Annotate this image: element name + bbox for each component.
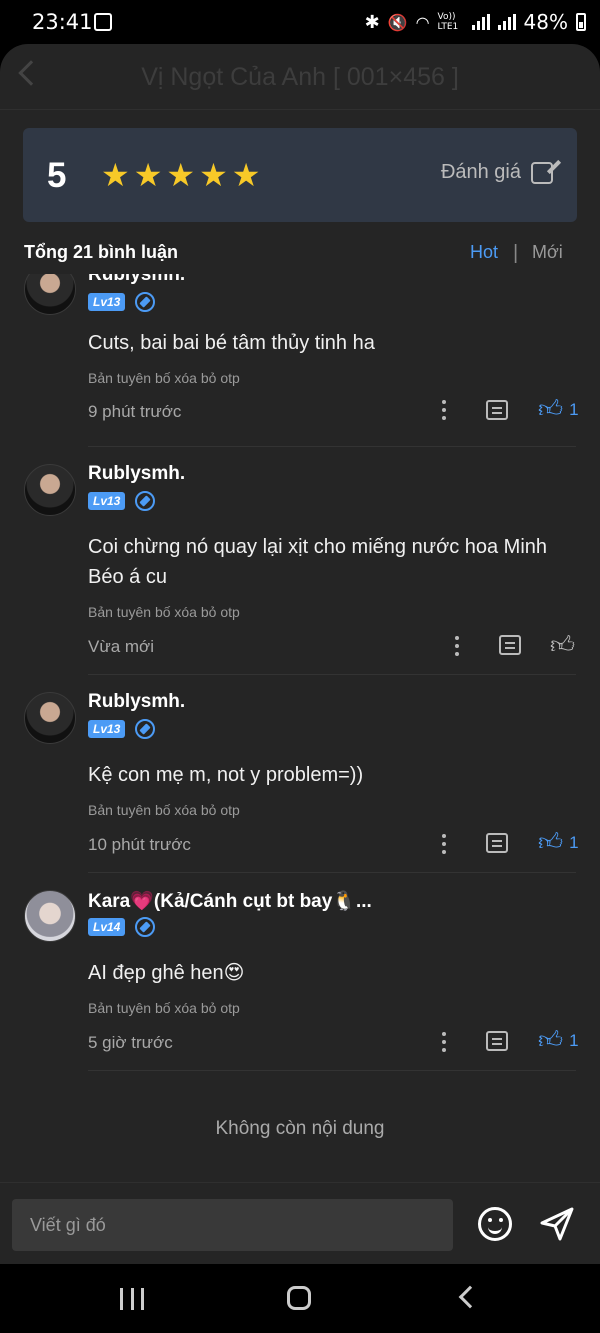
sort-hot-tab[interactable]: Hot (470, 242, 498, 263)
status-icons: ✱ 🔇 ◠ Vo)) LTE1 48% (365, 10, 586, 34)
rate-label: Đánh giá (440, 161, 521, 183)
comment-time: 9 phút trước (88, 402, 182, 421)
star-icon: ★ (166, 157, 196, 193)
signal-icon-2 (497, 14, 516, 30)
page-title: Vị Ngọt Của Anh [ 001×456 ] (141, 63, 459, 91)
rating-score: 5 (47, 156, 67, 195)
status-time: 23:41 (32, 10, 93, 34)
send-icon[interactable] (538, 1205, 576, 1243)
comment-text: Kệ con mẹ m, not y problem=)) (88, 764, 364, 786)
divider (88, 1070, 576, 1071)
thumbs-up-icon: 👍︎ (538, 829, 564, 856)
rating-stars: ★ ★ ★ ★ ★ (101, 158, 260, 192)
verified-badge-icon (135, 491, 155, 511)
comments-sheet: Vị Ngọt Của Anh [ 001×456 ] 5 ★ ★ ★ ★ ★ … (0, 44, 600, 1264)
battery-percent: 48% (523, 10, 568, 34)
comment-list[interactable]: Rublysmh. Lv13 Cuts, bai bai bé tâm thủy… (0, 274, 600, 1184)
more-options-icon[interactable] (441, 1032, 447, 1054)
system-back-icon[interactable] (458, 1285, 482, 1309)
verified-badge-icon (135, 292, 155, 312)
verified-badge-icon (135, 719, 155, 739)
avatar[interactable] (24, 890, 76, 942)
rating-card: 5 ★ ★ ★ ★ ★ Đánh giá (23, 128, 577, 222)
like-count: 1 (569, 833, 579, 852)
system-nav-bar (0, 1264, 600, 1333)
comment-text: Cuts, bai bai bé tâm thủy tinh ha (88, 332, 375, 354)
star-icon: ★ (199, 157, 228, 193)
reply-icon[interactable] (499, 635, 521, 655)
comment-text: Coi chừng nó quay lại xịt cho miếng nước… (88, 536, 548, 588)
status-bar: 23:41 ✱ 🔇 ◠ Vo)) LTE1 48% (0, 0, 600, 44)
level-badge: Lv14 (88, 918, 126, 936)
battery-icon (576, 13, 586, 31)
comment-item: Kara💗(Kả/Cánh cụt bt bay🐧... Lv14 AI đẹp… (0, 872, 600, 1072)
comment-time: Vừa mới (88, 637, 154, 656)
like-button[interactable]: 👍︎ (550, 634, 581, 658)
signal-icon (471, 14, 490, 30)
recent-apps-icon[interactable] (120, 1288, 144, 1310)
like-button[interactable]: 👍︎ 1 (538, 831, 579, 855)
sort-divider: | (513, 242, 519, 264)
comment-username[interactable]: Kara💗(Kả/Cánh cụt bt bay🐧... (88, 889, 372, 913)
more-options-icon[interactable] (454, 636, 460, 658)
comment-composer (0, 1182, 600, 1264)
emoji-icon[interactable] (478, 1207, 512, 1241)
level-badge: Lv13 (88, 720, 126, 738)
comments-header: Tổng 21 bình luận Hot | Mới (0, 234, 600, 274)
comment-username[interactable]: Rublysmh. (88, 274, 185, 286)
comment-note: Bản tuyên bố xóa bỏ otp (88, 1000, 240, 1016)
star-icon: ★ (231, 157, 261, 193)
comment-note: Bản tuyên bố xóa bỏ otp (88, 802, 240, 818)
avatar[interactable] (24, 464, 76, 516)
app-bar: Vị Ngọt Của Anh [ 001×456 ] (0, 44, 600, 110)
bluetooth-icon: ✱ (364, 11, 380, 33)
comment-input[interactable] (12, 1199, 453, 1251)
comment-note: Bản tuyên bố xóa bỏ otp (88, 370, 240, 386)
comment-note: Bản tuyên bố xóa bỏ otp (88, 604, 240, 620)
star-icon: ★ (133, 157, 163, 193)
comment-time: 10 phút trước (88, 835, 191, 854)
avatar[interactable] (24, 274, 76, 315)
verified-badge-icon (135, 917, 155, 937)
like-count: 1 (569, 1031, 579, 1050)
comment-item: Rublysmh. Lv13 Cuts, bai bai bé tâm thủy… (0, 274, 600, 448)
like-count: 1 (569, 400, 579, 419)
thumbs-up-icon: 👍︎ (538, 1027, 564, 1054)
rate-button[interactable]: Đánh giá (441, 161, 553, 184)
level-badge: Lv13 (88, 293, 126, 311)
reply-icon[interactable] (486, 1031, 508, 1051)
comment-username[interactable]: Rublysmh. (88, 463, 185, 485)
level-badge: Lv13 (88, 492, 126, 510)
comment-item: Rublysmh. Lv13 Kệ con mẹ m, not y proble… (0, 674, 600, 873)
wifi-icon: ◠ (415, 12, 430, 32)
more-options-icon[interactable] (441, 400, 447, 422)
comment-text: AI đẹp ghê hen😍 (88, 962, 245, 984)
mute-icon: 🔇 (387, 12, 408, 32)
sort-new-tab[interactable]: Mới (532, 242, 563, 263)
comments-total: Tổng 21 bình luận (24, 242, 178, 262)
more-options-icon[interactable] (441, 834, 447, 856)
avatar[interactable] (24, 692, 76, 744)
reply-icon[interactable] (486, 833, 508, 853)
comment-item: Rublysmh. Lv13 Coi chừng nó quay lại xịt… (0, 446, 600, 675)
thumbs-up-icon: 👍︎ (538, 396, 564, 423)
like-button[interactable]: 👍︎ 1 (538, 1029, 579, 1053)
comment-time: 5 giờ trước (88, 1033, 173, 1052)
comment-username[interactable]: Rublysmh. (88, 691, 185, 713)
network-label: Vo)) LTE1 (437, 12, 459, 32)
star-icon: ★ (101, 157, 130, 193)
end-of-list-note: Không còn nội dung (215, 1118, 385, 1139)
edit-icon (531, 161, 553, 184)
thumbs-up-outline-icon: 👍︎ (550, 632, 576, 659)
home-icon[interactable] (287, 1286, 311, 1310)
gallery-icon (94, 13, 112, 31)
like-button[interactable]: 👍︎ 1 (538, 398, 579, 422)
reply-icon[interactable] (486, 400, 508, 420)
